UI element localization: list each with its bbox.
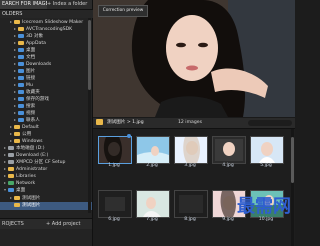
thumbnail-caption: 5.jpg: [260, 163, 272, 168]
drive-icon: [8, 159, 14, 164]
left-top-tabs: EARCH FOR IMAGES + Index a folder: [0, 0, 92, 10]
thumbnail-tile[interactable]: 7.jpg: [133, 187, 171, 225]
thumbnail-caption: 3.jpg: [184, 163, 196, 168]
drive-icon: [8, 152, 14, 157]
folder-icon: [14, 124, 20, 129]
thumbnail-image[interactable]: [174, 190, 208, 218]
tab-search-images[interactable]: EARCH FOR IMAGES: [0, 0, 47, 9]
folder-icon: [14, 202, 20, 207]
left-scroll-thumb[interactable]: [88, 20, 91, 90]
folder-icon: [18, 110, 24, 115]
watermark: 最需网: [237, 196, 291, 217]
folder-icon: [18, 89, 24, 94]
thumbnail-image[interactable]: [98, 136, 132, 164]
tree-item-selected[interactable]: 测试图片: [0, 202, 92, 210]
thumbnail-image[interactable]: [98, 190, 132, 218]
thumbnail-caption: 8.jpg: [184, 217, 196, 222]
folder-icon: [14, 195, 20, 200]
tree-item[interactable]: ▾ 桌面: [0, 186, 92, 194]
folder-icon: [14, 138, 20, 143]
folder-icon: [18, 75, 24, 80]
folder-icon: [18, 33, 24, 38]
network-icon: [8, 180, 14, 185]
thumbnail-tile[interactable]: 5.jpg: [247, 133, 285, 171]
folder-icon: [18, 40, 24, 45]
image-preview[interactable]: Correction preview: [93, 0, 295, 117]
tree-item[interactable]: ▸ 测试图片: [0, 194, 92, 202]
thumbnail-tile[interactable]: 4.jpg: [209, 133, 247, 171]
grid-scroll-thumb[interactable]: [291, 137, 294, 183]
thumbnail-tile[interactable]: 6.jpg: [95, 187, 133, 225]
thumbnail-caption: 1.jpg: [108, 163, 120, 168]
thumbnail-image[interactable]: [136, 190, 170, 218]
thumbnail-caption: 2.jpg: [146, 163, 158, 168]
thumbnail-grid: 1.jpg 2.jpg 3.jpg 4.jpg 5.jpg 6.jpg 7.jp…: [93, 129, 295, 246]
check-icon: [127, 134, 131, 138]
grid-scrollbar[interactable]: [291, 129, 294, 246]
thumbnail-image[interactable]: [250, 136, 284, 164]
folder-icon: [18, 47, 24, 52]
left-panel: EARCH FOR IMAGES + Index a folder OLDERS…: [0, 0, 94, 246]
thumbnail-image[interactable]: [136, 136, 170, 164]
add-project-button[interactable]: + Add project: [46, 219, 80, 229]
thumbnail-caption: 6.jpg: [108, 217, 120, 222]
thumbnail-image[interactable]: [174, 136, 208, 164]
thumbnail-tile[interactable]: 8.jpg: [171, 187, 209, 225]
thumbnail-caption: 4.jpg: [222, 163, 234, 168]
folder-icon: [18, 68, 24, 73]
breadcrumb[interactable]: 测试图片 > 1.jpg: [107, 118, 144, 128]
folder-icon: [8, 166, 14, 171]
right-panel: Correction preview 测试图片 > 1.jpg 12 image…: [93, 0, 295, 246]
folder-icon: [18, 117, 24, 122]
projects-label: ROJECTS: [2, 221, 24, 227]
correction-preview-button[interactable]: Correction preview: [98, 5, 148, 17]
folder-icon: [18, 61, 24, 66]
folder-icon: [8, 173, 14, 178]
folder-icon: [14, 131, 20, 136]
folder-icon: [96, 119, 103, 125]
folder-icon: [14, 19, 20, 24]
drive-icon: [8, 145, 14, 150]
folder-icon: [18, 82, 24, 87]
image-count: 12 images: [178, 120, 203, 125]
index-folder-button[interactable]: + Index a folder: [47, 0, 92, 9]
folder-icon: [18, 26, 24, 31]
thumbnail-tile[interactable]: 3.jpg: [171, 133, 209, 171]
search-input[interactable]: [248, 120, 292, 126]
thumbnail-image[interactable]: [212, 136, 246, 164]
folder-tree: ▸ Icecream Slideshow Maker ▸ AVCTranscodin…: [0, 18, 92, 218]
folder-icon: [8, 187, 14, 192]
folder-icon: [18, 103, 24, 108]
left-scrollbar[interactable]: [88, 18, 91, 213]
thumbnail-tile[interactable]: 1.jpg: [95, 133, 133, 171]
portrait-photo: [93, 0, 295, 117]
thumbnail-tile[interactable]: 2.jpg: [133, 133, 171, 171]
folder-icon: [18, 54, 24, 59]
folders-heading: OLDERS: [0, 10, 94, 18]
projects-bar: ROJECTS + Add project: [0, 218, 92, 229]
list-toolbar: 测试图片 > 1.jpg 12 images: [93, 118, 295, 129]
thumbnail-caption: 7.jpg: [146, 217, 158, 222]
folder-icon: [18, 96, 24, 101]
